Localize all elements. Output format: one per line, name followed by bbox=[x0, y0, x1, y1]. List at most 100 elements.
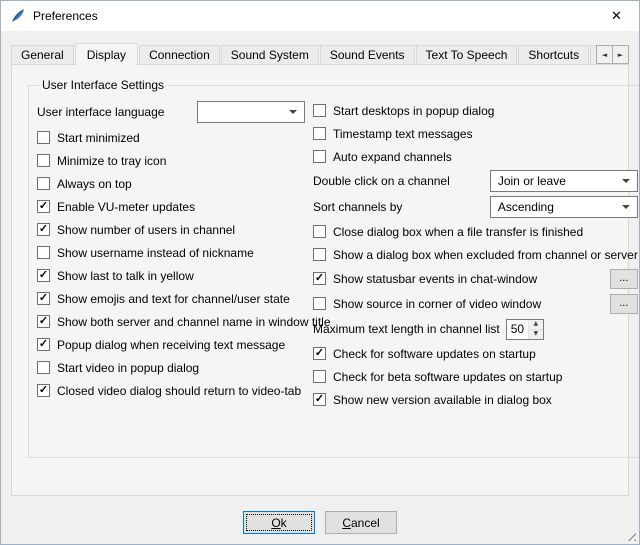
checkbox[interactable] bbox=[313, 150, 326, 163]
checkbox[interactable] bbox=[37, 246, 50, 259]
right-more-rows: ✓ Show statusbar events in chat-window .… bbox=[313, 266, 638, 316]
more-options-button[interactable]: ... bbox=[610, 294, 638, 314]
checkbox-label[interactable]: Check for beta software updates on start… bbox=[333, 370, 562, 384]
checkbox-row-closed-video-dialog-should-return-to-video-tab: ✓ Closed video dialog should return to v… bbox=[37, 379, 305, 402]
spin-down-button[interactable]: ▼ bbox=[529, 329, 543, 339]
checkbox-row-popup-dialog-when-receiving-text-message: ✓ Popup dialog when receiving text messa… bbox=[37, 333, 305, 356]
tab-connection[interactable]: Connection bbox=[139, 45, 220, 65]
user-interface-settings-group: User Interface Settings User interface l… bbox=[28, 78, 640, 458]
checkbox[interactable]: ✓ bbox=[37, 384, 50, 397]
checkbox-label[interactable]: Start video in popup dialog bbox=[57, 361, 199, 375]
chevron-down-icon bbox=[622, 205, 630, 209]
close-button[interactable]: ✕ bbox=[594, 1, 639, 31]
checkbox[interactable]: ✓ bbox=[37, 338, 50, 351]
checkbox[interactable] bbox=[313, 297, 326, 310]
more-options-button[interactable]: ... bbox=[610, 269, 638, 289]
check-icon: ✓ bbox=[39, 316, 48, 327]
tab-scroller: ◄ ► bbox=[597, 45, 629, 64]
checkbox-row-always-on-top: Always on top bbox=[37, 172, 305, 195]
language-select[interactable] bbox=[197, 101, 305, 123]
titlebar: Preferences ✕ bbox=[1, 1, 639, 31]
checkbox[interactable]: ✓ bbox=[313, 393, 326, 406]
tab-general[interactable]: General bbox=[11, 45, 74, 65]
max-text-length-label: Maximum text length in channel list bbox=[313, 322, 500, 336]
checkbox-label[interactable]: Show emojis and text for channel/user st… bbox=[57, 292, 290, 306]
checkbox-row-minimize-to-tray-icon: Minimize to tray icon bbox=[37, 149, 305, 172]
checkbox[interactable] bbox=[313, 104, 326, 117]
checkbox-label[interactable]: Show both server and channel name in win… bbox=[57, 315, 331, 329]
checkbox-label[interactable]: Start minimized bbox=[57, 131, 140, 145]
checkbox-row-check-for-beta-software-updates-on-startup: Check for beta software updates on start… bbox=[313, 365, 638, 388]
right-mid-checkbox-list: Close dialog box when a file transfer is… bbox=[313, 220, 638, 266]
checkbox-label[interactable]: Close dialog box when a file transfer is… bbox=[333, 225, 583, 239]
tab-label: Connection bbox=[149, 48, 210, 62]
spin-buttons: ▲ ▼ bbox=[528, 320, 543, 339]
checkbox-row-timestamp-text-messages: Timestamp text messages bbox=[313, 122, 638, 145]
right-bottom-checkbox-list: ✓ Check for software updates on startup … bbox=[313, 342, 638, 411]
checkbox-label[interactable]: Show number of users in channel bbox=[57, 223, 235, 237]
checkbox[interactable] bbox=[313, 370, 326, 383]
checkbox[interactable]: ✓ bbox=[37, 269, 50, 282]
tab-label: Shortcuts bbox=[528, 48, 579, 62]
checkbox-label[interactable]: Show username instead of nickname bbox=[57, 246, 254, 260]
tab-scroll-left-button[interactable]: ◄ bbox=[596, 45, 613, 64]
checkbox[interactable]: ✓ bbox=[37, 315, 50, 328]
double-click-label: Double click on a channel bbox=[313, 174, 450, 188]
checkbox[interactable] bbox=[313, 127, 326, 140]
sort-channels-select[interactable]: Ascending bbox=[490, 196, 638, 218]
checkbox[interactable]: ✓ bbox=[313, 347, 326, 360]
checkbox[interactable] bbox=[37, 131, 50, 144]
checkbox-label[interactable]: Minimize to tray icon bbox=[57, 154, 166, 168]
sort-channels-label: Sort channels by bbox=[313, 200, 402, 214]
tab-display[interactable]: Display bbox=[75, 43, 138, 65]
dialog-buttons: Ok Cancel bbox=[11, 496, 629, 534]
checkbox-label[interactable]: Show statusbar events in chat-window bbox=[333, 272, 537, 286]
left-column: User interface language Start minimized … bbox=[37, 99, 305, 411]
checkbox[interactable] bbox=[313, 248, 326, 261]
checkbox-label[interactable]: Check for software updates on startup bbox=[333, 347, 536, 361]
checkbox-label[interactable]: Start desktops in popup dialog bbox=[333, 104, 494, 118]
checkbox-label[interactable]: Auto expand channels bbox=[333, 150, 452, 164]
checkbox-label[interactable]: Show source in corner of video window bbox=[333, 297, 541, 311]
checkbox[interactable]: ✓ bbox=[37, 223, 50, 236]
tab-sound-events[interactable]: Sound Events bbox=[320, 45, 415, 65]
checkbox-label[interactable]: Enable VU-meter updates bbox=[57, 200, 195, 214]
max-text-length-spinner[interactable]: 50 ▲ ▼ bbox=[506, 319, 544, 340]
tab-text-to-speech[interactable]: Text To Speech bbox=[416, 45, 518, 65]
checkbox[interactable] bbox=[313, 225, 326, 238]
checkbox-row-show-a-dialog-box-when-excluded-from-channel-or-server: Show a dialog box when excluded from cha… bbox=[313, 243, 638, 266]
arrow-right-icon: ► bbox=[618, 51, 623, 59]
checkbox-label[interactable]: Show new version available in dialog box bbox=[333, 393, 552, 407]
checkbox[interactable] bbox=[37, 361, 50, 374]
check-icon: ✓ bbox=[39, 385, 48, 396]
checkbox-row-close-dialog-box-when-a-file-transfer-is-finished: Close dialog box when a file transfer is… bbox=[313, 220, 638, 243]
sort-channels-row: Sort channels by Ascending bbox=[313, 194, 638, 220]
ok-button[interactable]: Ok bbox=[243, 511, 315, 534]
checkbox-label[interactable]: Show last to talk in yellow bbox=[57, 269, 194, 283]
checkbox[interactable]: ✓ bbox=[37, 292, 50, 305]
spin-up-icon: ▲ bbox=[533, 321, 538, 327]
right-top-checkbox-list: Start desktops in popup dialog Timestamp… bbox=[313, 99, 638, 168]
double-click-select[interactable]: Join or leave bbox=[490, 170, 638, 192]
checkbox[interactable] bbox=[37, 177, 50, 190]
arrow-left-icon: ◄ bbox=[602, 51, 607, 59]
tab-label: General bbox=[21, 48, 64, 62]
double-click-row: Double click on a channel Join or leave bbox=[313, 168, 638, 194]
tab-shortcuts[interactable]: Shortcuts bbox=[518, 45, 589, 65]
checkbox-label[interactable]: Show a dialog box when excluded from cha… bbox=[333, 248, 638, 262]
check-icon: ✓ bbox=[315, 348, 324, 359]
checkbox[interactable]: ✓ bbox=[313, 272, 326, 285]
checkbox-label[interactable]: Timestamp text messages bbox=[333, 127, 473, 141]
checkbox-label[interactable]: Popup dialog when receiving text message bbox=[57, 338, 285, 352]
checkbox[interactable]: ✓ bbox=[37, 200, 50, 213]
checkbox[interactable] bbox=[37, 154, 50, 167]
tab-sound-system[interactable]: Sound System bbox=[221, 45, 319, 65]
spin-up-button[interactable]: ▲ bbox=[529, 320, 543, 329]
cancel-button[interactable]: Cancel bbox=[325, 511, 397, 534]
preferences-window: Preferences ✕ ◄ ► General Display Connec… bbox=[0, 0, 640, 545]
tab-scroll-right-button[interactable]: ► bbox=[612, 45, 629, 64]
group-title: User Interface Settings bbox=[39, 78, 167, 92]
checkbox-row-show-both-server-and-channel-name-in-window-title: ✓ Show both server and channel name in w… bbox=[37, 310, 305, 333]
checkbox-label[interactable]: Always on top bbox=[57, 177, 132, 191]
checkbox-label[interactable]: Closed video dialog should return to vid… bbox=[57, 384, 301, 398]
